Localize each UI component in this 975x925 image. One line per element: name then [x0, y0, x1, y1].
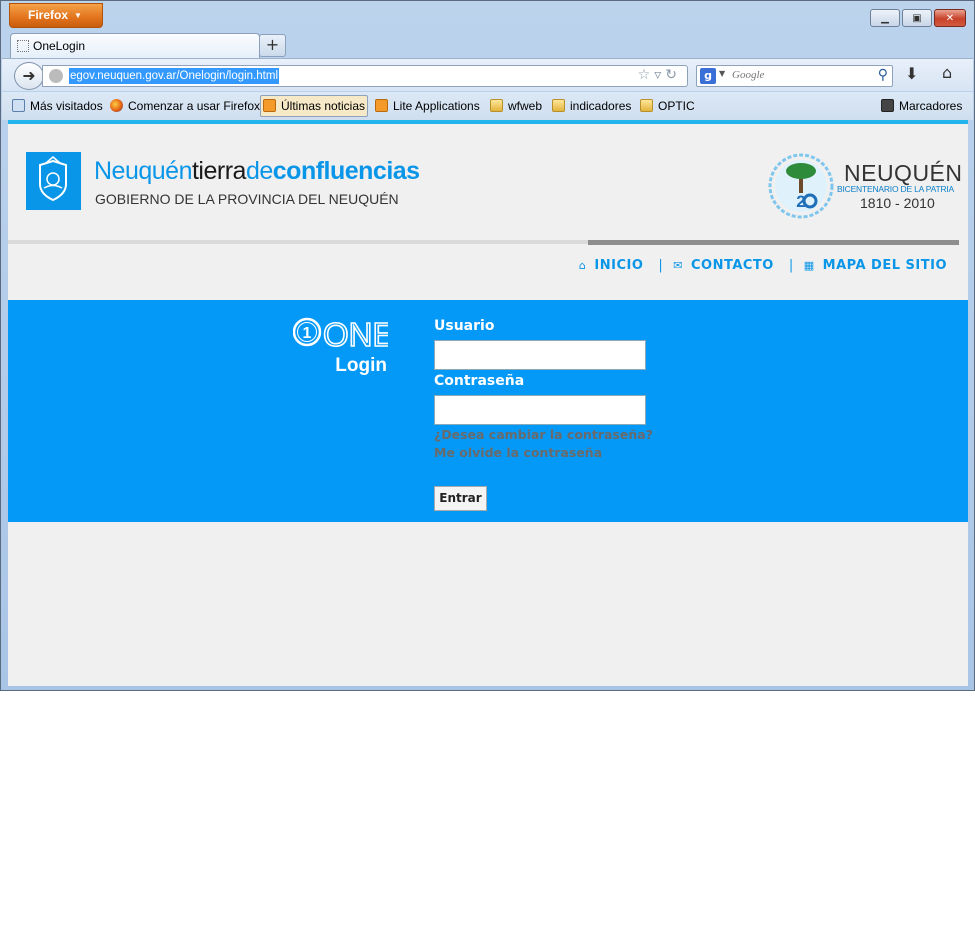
brand-part-confluencias: confluencias: [272, 157, 420, 185]
top-navigation: ⌂ INICIO | ✉ CONTACTO | ▦ MAPA DEL SITIO: [579, 258, 947, 273]
bicentenario-title: NEUQUÉN: [844, 160, 963, 186]
bookmark-optic[interactable]: OPTIC: [640, 97, 695, 117]
search-bar[interactable]: g ▼ Google ⚲: [696, 65, 893, 87]
site-identity-icon[interactable]: [49, 69, 63, 83]
folder-icon: [640, 99, 653, 112]
bookmark-label: Comenzar a usar Firefox: [128, 99, 261, 113]
header-divider-light: [8, 240, 588, 244]
bookmarks-toolbar: Más visitados Comenzar a usar Firefox Úl…: [2, 92, 973, 120]
bookmark-ultimas-noticias[interactable]: Últimas noticias: [260, 95, 369, 117]
bookmark-label: Últimas noticias: [281, 99, 366, 113]
minimize-button[interactable]: ▁: [870, 9, 900, 27]
bookmark-mas-visitados[interactable]: Más visitados: [12, 97, 103, 117]
entrar-button[interactable]: Entrar: [434, 486, 487, 511]
tab-onelogin[interactable]: OneLogin: [10, 33, 260, 59]
bicentenario-years: 1810 - 2010: [860, 195, 935, 211]
bookmark-indicadores[interactable]: indicadores: [552, 97, 631, 117]
sitemap-icon: ▦: [803, 259, 815, 272]
home-icon[interactable]: ⌂: [942, 63, 952, 82]
bookmark-wfweb[interactable]: wfweb: [490, 97, 542, 117]
url-bar[interactable]: egov.neuquen.gov.ar/Onelogin/login.html …: [42, 65, 688, 87]
rss-icon: [375, 99, 388, 112]
folder-icon: [552, 99, 565, 112]
usuario-label: Usuario: [434, 318, 495, 334]
google-engine-icon[interactable]: g: [700, 68, 716, 84]
change-password-link[interactable]: ¿Desea cambiar la contraseña?: [434, 427, 653, 442]
search-input[interactable]: Google: [732, 69, 764, 81]
chevron-down-icon: ▼: [74, 11, 82, 20]
nav-label: INICIO: [594, 258, 644, 273]
window-controls: ▁ ▣ ✕: [870, 9, 966, 27]
bookmark-label: OPTIC: [658, 99, 695, 113]
bicentenario-seal-icon: 2: [768, 153, 834, 219]
bicentenario-subtitle: BICENTENARIO DE LA PATRIA: [837, 184, 955, 194]
brand-part-neuquen: Neuquén: [94, 157, 192, 185]
password-input[interactable]: [434, 395, 646, 425]
nav-mapa-del-sitio[interactable]: ▦ MAPA DEL SITIO: [804, 258, 947, 273]
shield-icon: [39, 156, 67, 202]
reload-icon[interactable]: ↻: [665, 67, 681, 83]
url-actions: ☆▿↻: [638, 67, 681, 83]
back-arrow-icon: ➜: [22, 66, 36, 85]
url-text[interactable]: egov.neuquen.gov.ar/Onelogin/login.html: [69, 68, 279, 84]
engine-dropdown-icon[interactable]: ▼: [719, 69, 725, 78]
brand-tagline: Neuquéntierradeconfluencias: [94, 157, 420, 186]
forgot-password-link[interactable]: Me olvide la contraseña: [434, 445, 602, 460]
firefox-menu-button[interactable]: Firefox ▼: [9, 3, 103, 28]
maximize-icon: ▣: [912, 12, 922, 24]
folder-icon: [490, 99, 503, 112]
most-visited-icon: [12, 99, 25, 112]
bookmark-label: Lite Applications: [393, 99, 480, 113]
page-content: Neuquéntierradeconfluencias GOBIERNO DE …: [8, 120, 968, 686]
bookmark-star-icon[interactable]: ☆: [638, 67, 655, 83]
brand-part-de: de: [245, 157, 273, 185]
password-label: Contraseña: [434, 373, 525, 389]
bookmark-label: indicadores: [570, 99, 632, 113]
bookmark-comenzar-firefox[interactable]: Comenzar a usar Firefox: [110, 97, 260, 117]
svg-text:1: 1: [303, 325, 312, 342]
nav-label: CONTACTO: [690, 258, 774, 273]
firefox-icon: [110, 99, 123, 112]
nav-separator: |: [788, 258, 794, 273]
firefox-menu-label: Firefox: [28, 8, 69, 22]
onelogin-logo-login: Login: [335, 355, 387, 376]
bookmarks-star-icon: [881, 99, 894, 112]
government-subtitle: GOBIERNO DE LA PROVINCIA DEL NEUQUÉN: [95, 191, 399, 207]
usuario-input[interactable]: [434, 340, 646, 370]
nav-separator: |: [658, 258, 664, 273]
page-icon: [17, 40, 29, 52]
tab-title: OneLogin: [33, 39, 86, 53]
home-icon: ⌂: [578, 259, 587, 272]
nav-inicio[interactable]: ⌂ INICIO: [579, 258, 643, 273]
new-tab-button[interactable]: +: [259, 34, 286, 57]
search-icon[interactable]: ⚲: [878, 67, 888, 83]
close-button[interactable]: ✕: [934, 9, 966, 27]
bookmark-label: wfweb: [508, 99, 543, 113]
back-button[interactable]: ➜: [14, 62, 44, 90]
onelogin-logo: 1 ONE Login: [293, 316, 388, 376]
nav-label: MAPA DEL SITIO: [822, 258, 947, 273]
bookmark-label: Marcadores: [899, 99, 963, 113]
nav-contacto[interactable]: ✉ CONTACTO: [673, 258, 774, 273]
onelogin-logo-one: ONE: [323, 316, 388, 353]
minimize-icon: ▁: [881, 12, 889, 24]
maximize-button[interactable]: ▣: [902, 9, 932, 27]
bookmarks-menu-button[interactable]: Marcadores: [881, 97, 962, 117]
bookmark-lite-applications[interactable]: Lite Applications: [375, 97, 480, 117]
history-dropdown-icon[interactable]: ▿: [654, 67, 665, 83]
login-panel: 1 ONE Login Usuario Contraseña ¿Desea ca…: [8, 300, 968, 522]
download-icon[interactable]: ⬇: [905, 64, 918, 83]
header-divider-dark: [588, 240, 959, 245]
navigation-toolbar: ➜ egov.neuquen.gov.ar/Onelogin/login.htm…: [2, 58, 973, 91]
mail-icon: ✉: [673, 259, 683, 272]
bookmark-label: Más visitados: [30, 99, 103, 113]
rss-icon: [263, 99, 276, 112]
brand-part-tierra: tierra: [191, 157, 246, 185]
browser-window: Firefox ▼ ▁ ▣ ✕ OneLogin + ➜ egov.neuquen…: [0, 0, 975, 691]
close-icon: ✕: [945, 12, 955, 24]
provincia-shield-logo[interactable]: [26, 152, 81, 210]
